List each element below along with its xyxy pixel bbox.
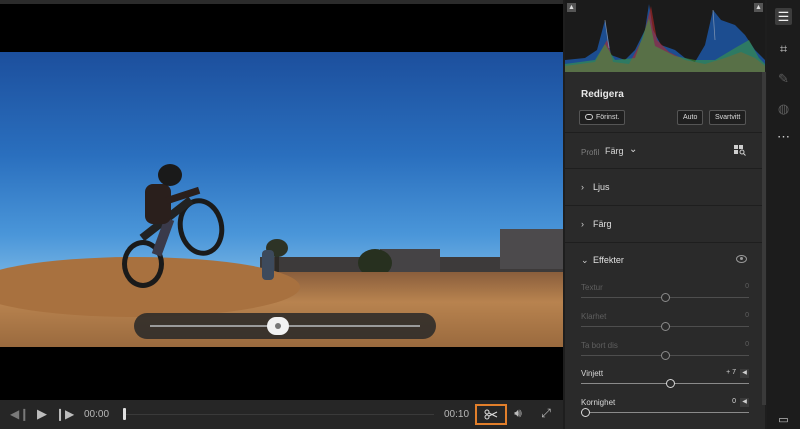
clipping-highlights-toggle[interactable]: ▲ [754,3,763,12]
timeline-track[interactable] [124,414,434,415]
expand-arrow-icon[interactable]: ◀ [740,369,749,378]
crop-icon[interactable]: ⌗ [775,40,792,57]
presets-label: Förinst. [596,114,620,121]
edit-sliders-icon[interactable]: ☰ [775,8,792,25]
slider-grain[interactable]: Kornighet 0 ◀ [581,398,749,424]
edit-title: Redigera [581,89,624,100]
slider-value: 0 [745,341,749,348]
slider-knob[interactable] [666,379,676,388]
end-time: 00:10 [444,409,470,420]
slider-track[interactable] [581,412,749,413]
section-label: Effekter [593,255,624,265]
slider-clarity[interactable]: Klarhet 0 [581,312,749,338]
player-controls: ◀❙ ▶ ❙▶ 00:00 00:10 🔊︎ ⤢ [0,400,563,429]
histogram: ▲ ▲ [565,0,765,72]
trim-button[interactable] [475,404,507,425]
slider-dehaze[interactable]: Ta bort dis 0 [581,341,749,367]
previous-frame-icon[interactable]: ◀❙ [10,407,29,421]
eye-icon[interactable] [736,255,747,263]
slider-label: Kornighet [581,398,616,407]
video-frame[interactable] [0,52,563,347]
section-light[interactable]: › Ljus [581,182,610,192]
divider [565,242,765,243]
more-options-icon[interactable]: ⋯ [775,128,792,145]
play-icon[interactable]: ▶ [33,406,51,422]
slider-value: + 7 [726,369,736,376]
profile-browser-icon[interactable] [734,145,746,156]
panel-scrollbar[interactable] [762,72,766,405]
profile-label: Profil [581,148,600,157]
slider-value: 0 [745,312,749,319]
histogram-graph [565,4,765,72]
chevron-down-icon[interactable]: ⌄ [629,144,637,155]
presets-button[interactable]: Förinst. [579,110,626,125]
video-viewer [0,0,563,400]
current-time: 00:00 [84,409,110,420]
section-label: Ljus [593,182,610,192]
section-effects[interactable]: ⌄ Effekter [581,255,624,266]
section-color[interactable]: › Färg [581,219,612,229]
comment-icon[interactable]: ▭ [775,414,792,426]
scissors-trim-icon [484,409,498,420]
viewer-top-bar [0,0,563,4]
house-shape [500,229,563,269]
chevron-right-icon: › [581,182,584,192]
slider-value: 0 [745,283,749,290]
section-label: Färg [593,219,612,229]
slider-value: 0 [732,398,736,405]
bw-button[interactable]: Svartvitt [709,110,747,125]
slider-knob[interactable] [660,293,670,302]
spectator-figure [262,250,274,280]
slider-knob[interactable] [581,408,590,417]
bw-label: Svartvitt [715,114,741,121]
timeline-playhead[interactable] [123,408,126,420]
edit-panel: ▲ ▲ Redigera Förinst. Auto Svartvitt Pro… [565,0,765,429]
rider-helmet [158,164,182,186]
chevron-down-icon: ⌄ [581,255,589,265]
slider-label: Klarhet [581,312,607,321]
masking-icon[interactable]: ◍ [775,100,792,117]
frame-scrubber[interactable] [134,313,436,339]
profile-dropdown[interactable]: Färg [605,146,624,156]
slider-label: Ta bort dis [581,341,618,350]
auto-label: Auto [683,114,698,121]
volume-icon[interactable]: 🔊︎ [509,406,527,421]
slider-label: Vinjett [581,369,604,378]
tool-strip: ☰ ⌗ ✎ ◍ ⋯ ▭ [767,0,800,429]
clipping-shadows-toggle[interactable]: ▲ [567,3,576,12]
slider-texture[interactable]: Textur 0 [581,283,749,309]
video-editor-app: ◀❙ ▶ ❙▶ 00:00 00:10 🔊︎ ⤢ ▲ ▲ Redigera Fö… [0,0,800,429]
slider-knob[interactable] [660,322,670,331]
chevron-right-icon: › [581,219,584,229]
slider-vignette[interactable]: Vinjett + 7 ◀ [581,369,749,395]
slider-label: Textur [581,283,603,292]
next-frame-icon[interactable]: ❙▶ [55,407,74,421]
healing-bandage-icon[interactable]: ✎ [775,70,792,87]
slider-knob[interactable] [660,351,670,360]
auto-button[interactable]: Auto [677,110,704,125]
divider [565,132,765,133]
slider-track[interactable] [581,383,749,384]
scrubber-knob[interactable] [267,317,289,335]
expand-icon[interactable]: ⤢ [537,406,555,421]
divider [565,205,765,206]
expand-arrow-icon[interactable]: ◀ [740,398,749,407]
divider [565,168,765,169]
presets-icon [585,114,593,121]
